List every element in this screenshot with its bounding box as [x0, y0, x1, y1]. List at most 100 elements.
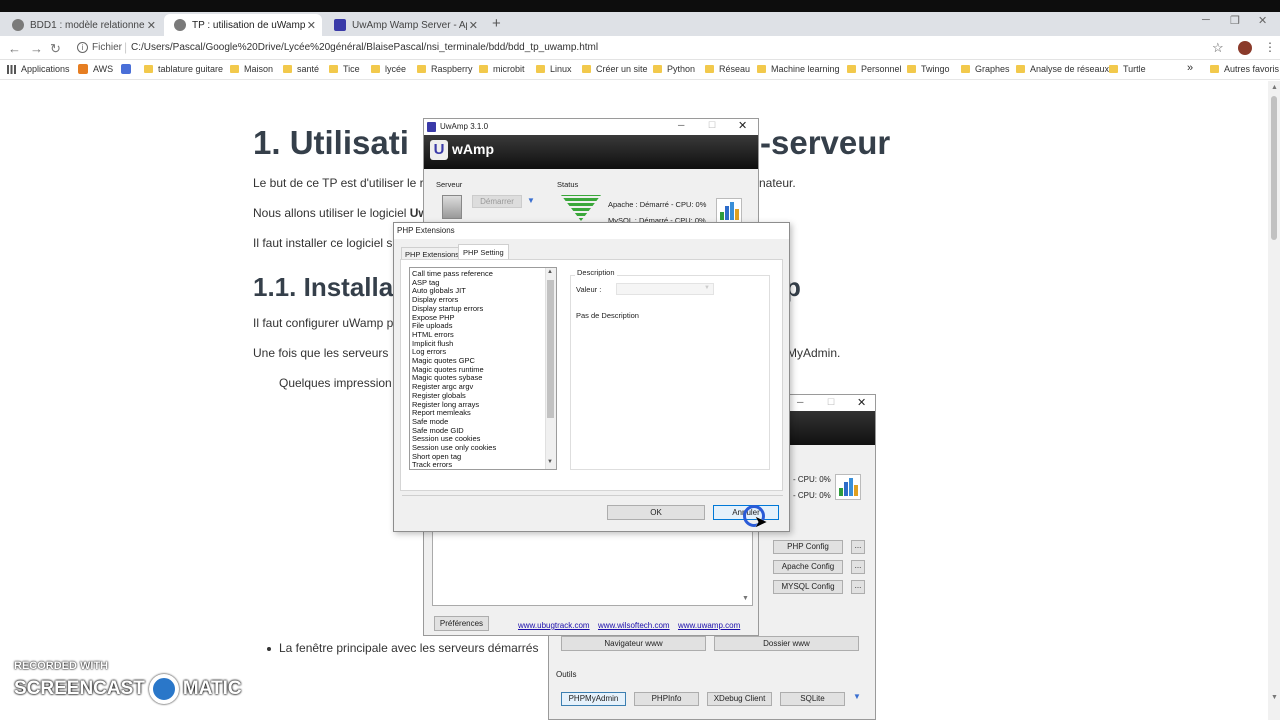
scroll-up-icon[interactable]: ▲	[1271, 84, 1278, 91]
page-title-tail: -serveur	[760, 124, 891, 161]
tab-php-setting[interactable]: PHP Setting	[458, 244, 509, 260]
bookmark-creer-site[interactable]: Créer un site	[582, 64, 648, 74]
folder-icon	[417, 65, 426, 73]
bookmark-tablature[interactable]: tablature guitare	[144, 64, 223, 74]
serveur-label: Serveur	[436, 180, 463, 189]
phpinfo-button[interactable]: PHPInfo	[634, 692, 699, 706]
bookmark-turtle[interactable]: Turtle	[1109, 64, 1146, 74]
valeur-dropdown-icon[interactable]: ▼	[704, 285, 710, 291]
new-tab-button[interactable]: +	[492, 15, 501, 32]
bookmark-raspberry[interactable]: Raspberry	[417, 64, 473, 74]
list-item[interactable]: Track errors	[412, 461, 542, 469]
bookmark-personnel[interactable]: Personnel	[847, 64, 902, 74]
secondary-maximize-icon[interactable]: ☐	[827, 397, 835, 408]
bookmark-lycee[interactable]: lycée	[371, 64, 406, 74]
bookmark-python[interactable]: Python	[653, 64, 695, 74]
maximize-icon[interactable]: ❐	[1230, 14, 1240, 27]
close-tab-icon[interactable]: ✕	[469, 19, 478, 32]
uwamp-minimize-icon[interactable]: ─	[678, 120, 684, 130]
secondary-minimize-icon[interactable]: ─	[797, 397, 803, 407]
reload-icon[interactable]: ↻	[50, 41, 61, 57]
apache-config-more-button[interactable]: ...	[851, 560, 865, 574]
close-tab-icon[interactable]: ✕	[307, 19, 316, 32]
address-prefix: Fichier	[92, 42, 123, 53]
php-extensions-dialog: PHP Extensions PHP Extensions PHP Settin…	[393, 222, 790, 532]
bookmark-analyse-reseaux[interactable]: Analyse de réseaux	[1016, 64, 1109, 74]
demarrer-button[interactable]: Démarrer	[472, 195, 522, 208]
tab-bdd1[interactable]: BDD1 : modèle relationnel, clé.ac ✕	[2, 14, 162, 36]
bookmark-tice[interactable]: Tice	[329, 64, 360, 74]
start-dropdown-icon[interactable]: ▼	[527, 196, 535, 205]
apache-config-button[interactable]: Apache Config	[773, 560, 843, 574]
xdebug-client-button[interactable]: XDebug Client	[707, 692, 772, 706]
list-scroll-down-icon[interactable]: ▼	[547, 459, 553, 465]
bookmark-applications[interactable]: Applications	[7, 64, 70, 74]
ok-button[interactable]: OK	[607, 505, 705, 520]
forward-icon[interactable]: →	[30, 41, 43, 56]
bullet-item: La fenêtre principale avec les serveurs …	[267, 641, 538, 655]
bookmark-microbit[interactable]: microbit	[479, 64, 525, 74]
folder-icon	[144, 65, 153, 73]
bookmark-reseau[interactable]: Réseau	[705, 64, 750, 74]
phpmyadmin-button[interactable]: PHPMyAdmin	[561, 692, 626, 706]
folder-icon	[757, 65, 766, 73]
bookmark-graphes[interactable]: Graphes	[961, 64, 1010, 74]
log-scroll-down-icon[interactable]: ▼	[742, 595, 749, 602]
server-icon	[442, 195, 462, 219]
link-uwamp[interactable]: www.uwamp.com	[678, 621, 740, 630]
bookmark-twingo[interactable]: Twingo	[907, 64, 950, 74]
bookmark-maison[interactable]: Maison	[230, 64, 273, 74]
uwamp-app-icon	[427, 122, 436, 132]
folder-icon	[705, 65, 714, 73]
list-scrollbar-thumb[interactable]	[547, 280, 554, 418]
dossier-www-button[interactable]: Dossier www	[714, 636, 859, 651]
bookmark-google-icon[interactable]	[121, 64, 131, 74]
more-bookmarks-button[interactable]: »	[1187, 62, 1193, 74]
bookmark-machine-learning[interactable]: Machine learning	[757, 64, 840, 74]
sqlite-button[interactable]: SQLite	[780, 692, 845, 706]
php-config-button[interactable]: PHP Config	[773, 540, 843, 554]
star-icon[interactable]: ☆	[1212, 40, 1224, 56]
bookmark-sante[interactable]: santé	[283, 64, 319, 74]
no-description-text: Pas de Description	[576, 311, 639, 320]
link-ubugtrack[interactable]: www.ubugtrack.com	[518, 621, 590, 630]
tools-dropdown-icon[interactable]: ▼	[853, 692, 861, 701]
uwamp-close-icon[interactable]: ✕	[738, 119, 747, 132]
google-icon	[121, 64, 131, 74]
bullet-dot	[267, 646, 271, 651]
back-icon[interactable]: ←	[8, 41, 21, 56]
uwamp-maximize-icon[interactable]: ☐	[708, 120, 716, 131]
scroll-down-icon[interactable]: ▼	[1271, 694, 1278, 701]
link-wilsoftech[interactable]: www.wilsoftech.com	[598, 621, 670, 630]
close-tab-icon[interactable]: ✕	[147, 19, 156, 32]
bookmark-autres-favoris[interactable]: Autres favoris	[1210, 64, 1279, 74]
avatar[interactable]	[1238, 41, 1252, 55]
folder-icon	[653, 65, 662, 73]
close-window-icon[interactable]: ✕	[1258, 14, 1267, 27]
bar-chart-icon	[835, 474, 861, 500]
uwamp-brand: wAmp	[452, 141, 494, 157]
settings-list[interactable]: Call time pass reference ASP tag Auto gl…	[409, 267, 557, 470]
mysql-config-more-button[interactable]: ...	[851, 580, 865, 594]
navigateur-www-button[interactable]: Navigateur www	[561, 636, 706, 651]
log-textarea[interactable]	[432, 531, 753, 606]
bookmark-aws[interactable]: AWS	[78, 64, 113, 74]
preferences-button[interactable]: Préférences	[434, 616, 489, 631]
info-icon[interactable]: i	[77, 42, 88, 53]
bookmarks-bar: Applications AWS tablature guitare Maiso…	[0, 60, 1280, 80]
globe-icon	[12, 19, 24, 31]
folder-icon	[230, 65, 239, 73]
secondary-close-icon[interactable]: ✕	[857, 396, 866, 409]
tab-uwamp-server[interactable]: UwAmp Wamp Server - Apache ✕	[324, 14, 484, 36]
list-scroll-up-icon[interactable]: ▲	[547, 269, 553, 275]
php-config-more-button[interactable]: ...	[851, 540, 865, 554]
scrollbar-thumb[interactable]	[1271, 96, 1277, 240]
address-input[interactable]: C:/Users/Pascal/Google%20Drive/Lycée%20g…	[131, 42, 598, 53]
wifi-status-icon	[561, 195, 601, 221]
bookmark-linux[interactable]: Linux	[536, 64, 572, 74]
menu-icon[interactable]: ⋮	[1264, 40, 1276, 54]
mysql-config-button[interactable]: MYSQL Config	[773, 580, 843, 594]
valeur-select[interactable]	[616, 283, 714, 295]
minimize-icon[interactable]: ─	[1202, 14, 1210, 26]
tab-tp-uwamp[interactable]: TP : utilisation de uWamp ✕	[164, 14, 322, 36]
